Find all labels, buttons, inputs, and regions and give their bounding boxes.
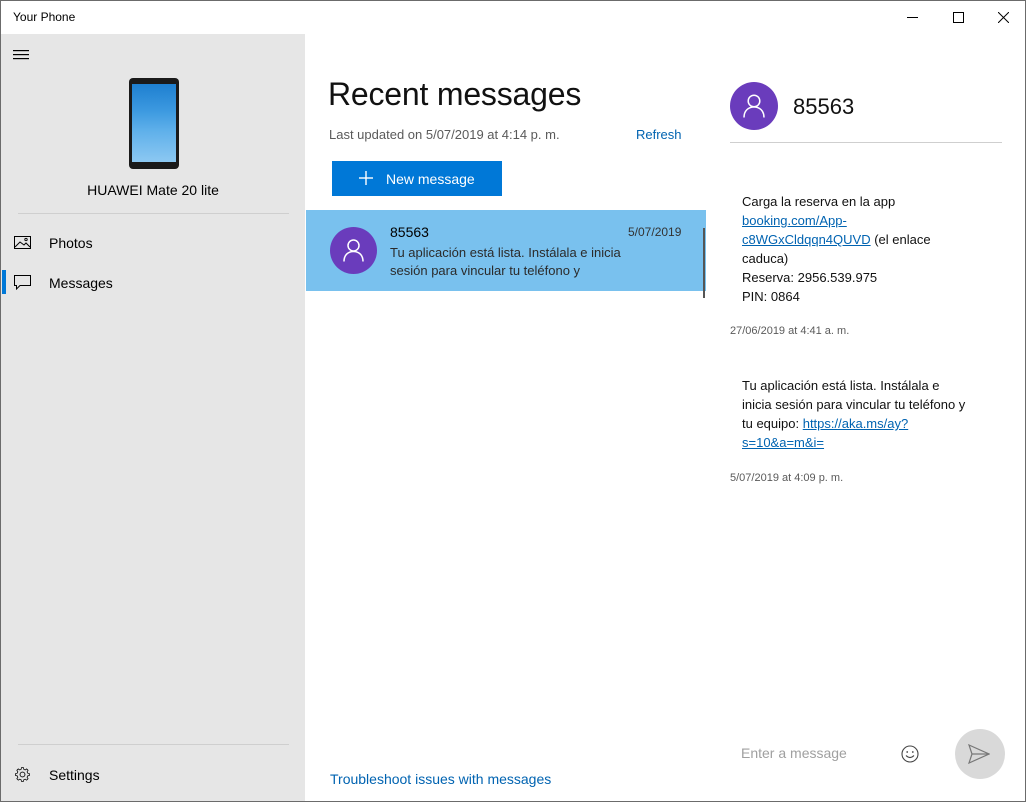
messages-list-pane: Recent messages Last updated on 5/07/201…: [306, 34, 706, 801]
gear-icon: [15, 767, 30, 782]
message-timestamp: 5/07/2019 at 4:09 p. m.: [730, 472, 844, 484]
refresh-link[interactable]: Refresh: [636, 127, 682, 142]
minimize-button[interactable]: [889, 1, 935, 34]
troubleshoot-link[interactable]: Troubleshoot issues with messages: [330, 771, 551, 787]
sidebar-item-label: Photos: [49, 235, 93, 251]
page-title: Recent messages: [328, 76, 582, 112]
phone-device-image: [129, 78, 179, 169]
message-timestamp: 27/06/2019 at 4:41 a. m.: [730, 325, 850, 337]
message-input[interactable]: Enter a message: [741, 745, 847, 761]
message-bubble: Tu aplicación está lista. Instálala e in…: [742, 376, 972, 452]
sidebar-divider: [18, 213, 289, 214]
new-message-label: New message: [386, 171, 475, 187]
message-text: Reserva: 2956.539.975: [742, 270, 878, 285]
close-button[interactable]: [980, 1, 1026, 34]
send-button[interactable]: [955, 729, 1005, 779]
conversation-item[interactable]: 85563 5/07/2019 Tu aplicación está lista…: [306, 210, 706, 291]
maximize-button[interactable]: [935, 1, 981, 34]
person-icon: [343, 239, 364, 262]
device-name: HUAWEI Mate 20 lite: [87, 182, 219, 198]
sidebar-item-label: Messages: [49, 275, 113, 291]
sidebar-item-photos[interactable]: Photos: [1, 223, 305, 263]
emoji-icon[interactable]: [900, 744, 920, 764]
photos-icon: [14, 236, 31, 249]
thread-divider: [730, 142, 1002, 143]
message-icon: [14, 275, 31, 290]
message-thread-pane: 85563 Carga la reserva en la app booking…: [707, 34, 1025, 801]
app-title: Your Phone: [13, 10, 76, 24]
person-icon: [743, 94, 765, 118]
message-link[interactable]: booking.com/App-c8WGxCldqqn4QUVD: [742, 213, 871, 247]
conversation-date: 5/07/2019: [628, 225, 682, 239]
message-bubble: Carga la reserva en la app booking.com/A…: [742, 192, 972, 306]
close-icon: [997, 12, 1009, 23]
sidebar: HUAWEI Mate 20 lite Photos Messages Sett…: [1, 34, 305, 801]
sidebar-item-label: Settings: [49, 767, 100, 783]
minimize-icon: [906, 17, 918, 18]
message-text: PIN: 0864: [742, 289, 800, 304]
title-bar: Your Phone: [1, 1, 1025, 34]
avatar: [730, 82, 778, 130]
sidebar-item-messages[interactable]: Messages: [1, 263, 305, 303]
sidebar-item-settings[interactable]: Settings: [1, 755, 305, 795]
app-window: Your Phone HUAWEI Mate 20 lite Photos Me…: [0, 0, 1026, 802]
last-updated-text: Last updated on 5/07/2019 at 4:14 p. m.: [329, 127, 560, 142]
sidebar-divider: [18, 744, 289, 745]
conversation-preview: Tu aplicación está lista. Instálala e in…: [390, 245, 621, 278]
message-text: Carga la reserva en la app: [742, 194, 896, 209]
scrollbar[interactable]: [703, 228, 705, 298]
plus-icon: [359, 171, 373, 185]
phone-screen: [132, 84, 176, 162]
send-icon: [968, 744, 990, 764]
hamburger-menu-icon[interactable]: [12, 47, 30, 61]
conversation-name: 85563: [390, 224, 429, 240]
avatar: [330, 227, 377, 274]
maximize-icon: [952, 12, 964, 23]
thread-contact-name: 85563: [793, 94, 855, 119]
new-message-button[interactable]: New message: [332, 161, 502, 196]
